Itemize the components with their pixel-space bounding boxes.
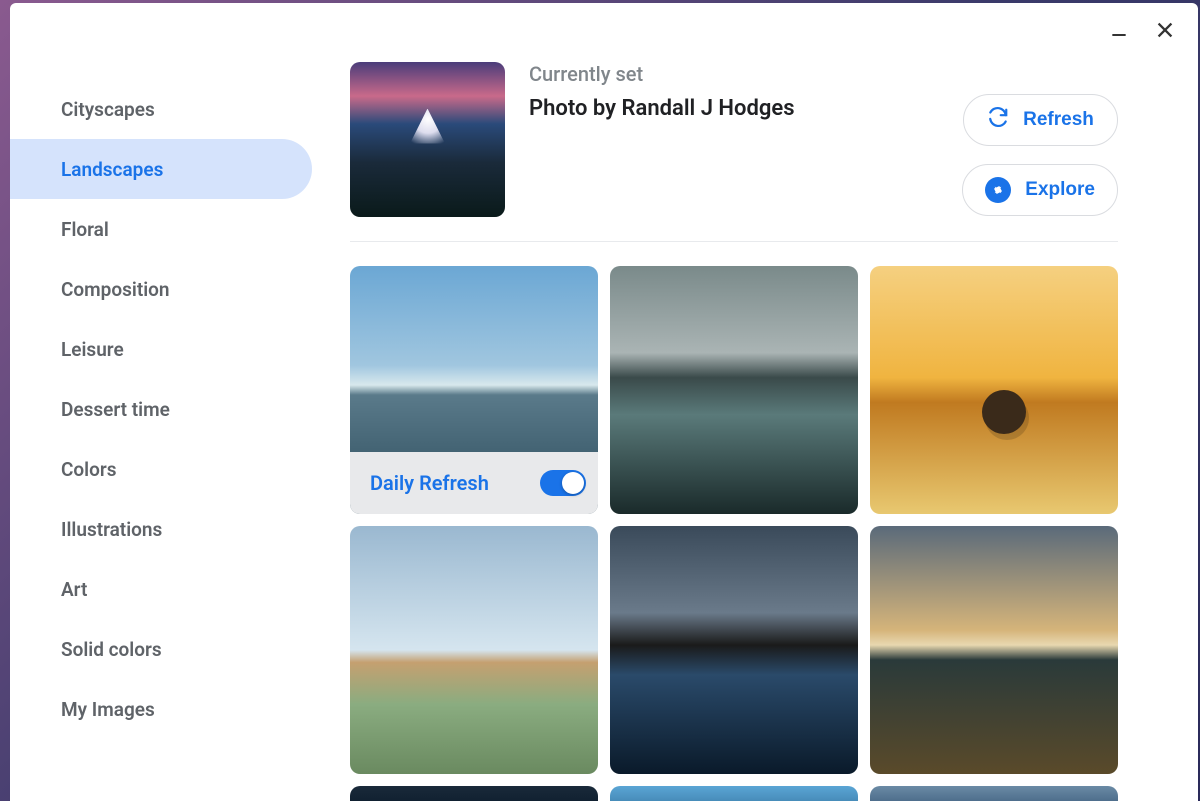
main-panel: Currently set Photo by Randall J Hodges … (312, 57, 1198, 801)
sidebar-item-my-images[interactable]: My Images (10, 679, 312, 739)
wallpaper-thumbnail (870, 266, 1118, 514)
wallpaper-tile[interactable] (350, 786, 598, 801)
wallpaper-grid: Daily Refresh (350, 266, 1118, 801)
sidebar-item-colors[interactable]: Colors (10, 439, 312, 499)
sidebar-item-illustrations[interactable]: Illustrations (10, 499, 312, 559)
wallpaper-tile[interactable] (870, 526, 1118, 774)
explore-button-label: Explore (1025, 179, 1095, 201)
refresh-button[interactable]: Refresh (963, 94, 1118, 146)
sidebar-item-floral[interactable]: Floral (10, 199, 312, 259)
wallpaper-tile[interactable] (870, 266, 1118, 514)
wallpaper-tile[interactable] (350, 526, 598, 774)
sidebar-item-cityscapes[interactable]: Cityscapes (10, 79, 312, 139)
current-wallpaper-thumbnail (350, 62, 505, 217)
header-actions: Refresh Explore (962, 62, 1118, 216)
wallpaper-tile[interactable] (610, 266, 858, 514)
sidebar-item-composition[interactable]: Composition (10, 259, 312, 319)
current-wallpaper-info: Currently set Photo by Randall J Hodges (505, 62, 962, 121)
close-button[interactable] (1154, 19, 1176, 41)
wallpaper-thumbnail (350, 526, 598, 774)
daily-refresh-toggle[interactable] (540, 470, 586, 496)
titlebar (10, 3, 1198, 57)
current-photo-credit: Photo by Randall J Hodges (529, 96, 962, 121)
sidebar-item-landscapes[interactable]: Landscapes (10, 139, 312, 199)
wallpaper-tile[interactable] (870, 786, 1118, 801)
wallpaper-tile[interactable] (610, 786, 858, 801)
explore-icon (985, 177, 1011, 203)
content-area: Cityscapes Landscapes Floral Composition… (10, 57, 1198, 801)
current-wallpaper-header: Currently set Photo by Randall J Hodges … (350, 57, 1118, 242)
wallpaper-thumbnail (610, 526, 858, 774)
wallpaper-tile-daily-refresh[interactable]: Daily Refresh (350, 266, 598, 514)
daily-refresh-overlay: Daily Refresh (350, 452, 598, 514)
wallpaper-picker-window: Cityscapes Landscapes Floral Composition… (10, 3, 1198, 801)
wallpaper-thumbnail (870, 526, 1118, 774)
sidebar-item-leisure[interactable]: Leisure (10, 319, 312, 379)
explore-button[interactable]: Explore (962, 164, 1118, 216)
sidebar-item-art[interactable]: Art (10, 559, 312, 619)
refresh-button-label: Refresh (1023, 109, 1094, 131)
sidebar-item-solid-colors[interactable]: Solid colors (10, 619, 312, 679)
daily-refresh-label: Daily Refresh (370, 471, 489, 495)
sidebar-item-dessert-time[interactable]: Dessert time (10, 379, 312, 439)
wallpaper-tile[interactable] (610, 526, 858, 774)
currently-set-label: Currently set (529, 62, 962, 86)
minimize-button[interactable] (1108, 19, 1130, 41)
wallpaper-thumbnail (610, 266, 858, 514)
refresh-icon (987, 106, 1009, 134)
category-sidebar: Cityscapes Landscapes Floral Composition… (10, 57, 312, 801)
